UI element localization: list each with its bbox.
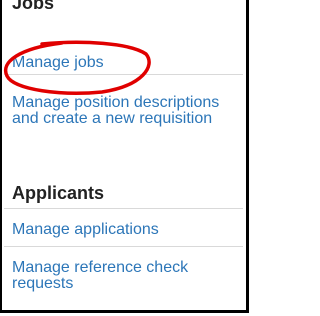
menu-panel: Jobs Manage jobs Manage position descrip… (0, 0, 249, 313)
applicants-heading: Applicants (12, 183, 105, 203)
jobs-heading: Jobs (12, 0, 55, 13)
manage-reference-check-requests-link[interactable]: Manage reference check requests (12, 260, 244, 292)
divider (4, 74, 243, 75)
manage-jobs-link[interactable]: Manage jobs (12, 55, 104, 71)
divider (4, 246, 243, 247)
manage-applications-link[interactable]: Manage applications (12, 222, 159, 238)
divider (4, 208, 243, 209)
manage-position-descriptions-link[interactable]: Manage position descriptions and create … (12, 95, 244, 127)
